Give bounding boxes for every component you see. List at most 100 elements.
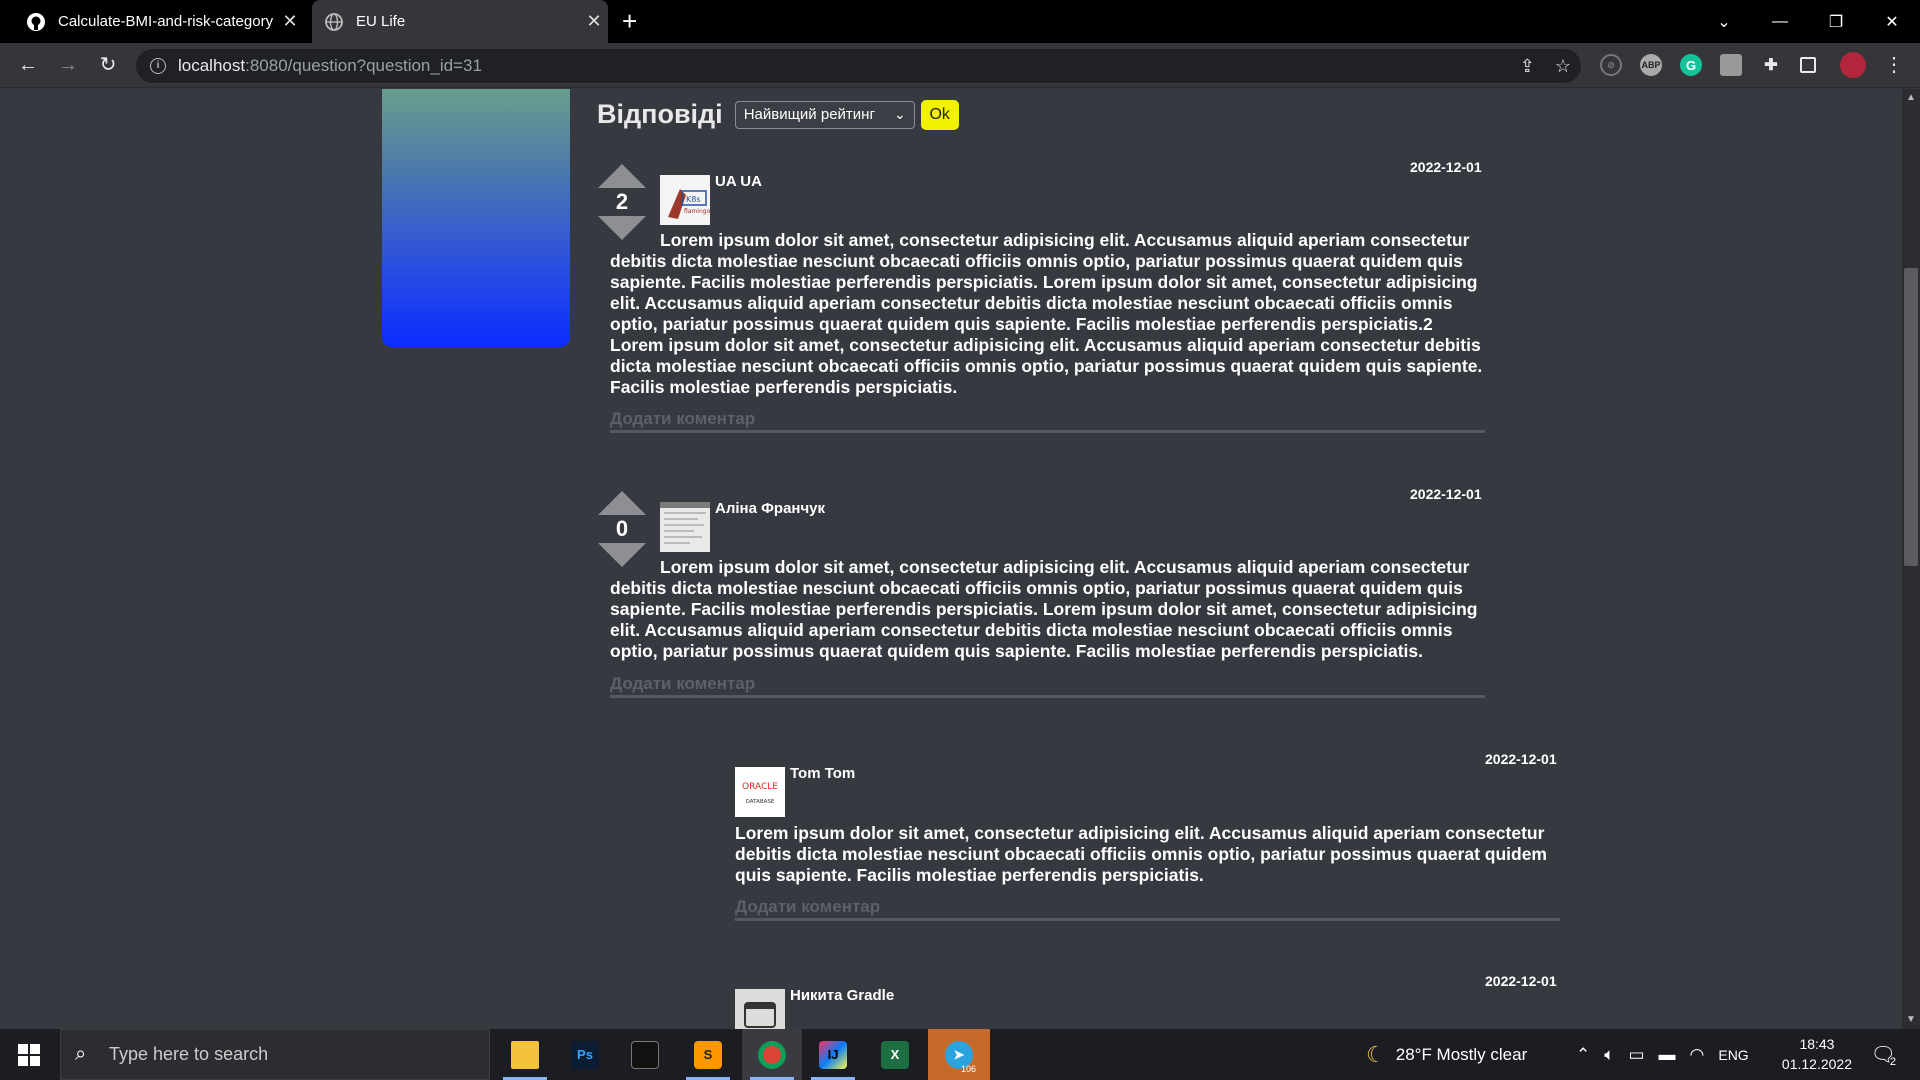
globe-icon	[324, 12, 344, 32]
window-controls: ⌄ — ❐ ✕	[1696, 0, 1920, 43]
chrome-icon[interactable]	[742, 1029, 802, 1080]
clock-date: 01.12.2022	[1781, 1056, 1852, 1072]
terminal-icon[interactable]	[615, 1029, 675, 1080]
close-tab-icon[interactable]: ✕	[276, 11, 304, 32]
answer-author: UA UA	[715, 173, 762, 190]
comment-author: Tom Tom	[790, 765, 856, 782]
tab-search-icon[interactable]: ⌄	[1696, 12, 1752, 32]
notification-count: 2	[1889, 1056, 1896, 1068]
clock-time: 18:43	[1799, 1036, 1835, 1052]
photoshop-icon[interactable]: Ps	[555, 1029, 615, 1080]
notification-center-icon[interactable]: 🗨︎2	[1870, 1042, 1902, 1068]
moon-cloud-icon: ☾	[1366, 1041, 1386, 1067]
side-panel-icon[interactable]	[1800, 57, 1816, 73]
add-comment-input[interactable]: Додати коментар	[610, 672, 1485, 698]
answer-text: Lorem ipsum dolor sit amet, consectetur …	[610, 230, 1483, 397]
share-icon[interactable]: ⇪	[1520, 56, 1535, 77]
windows-taskbar: ⌕ Type here to search Ps S IJ X ➤ 106 ☾ …	[0, 1029, 1920, 1080]
bookmark-star-icon[interactable]: ☆	[1555, 56, 1571, 77]
site-info-icon[interactable]: i	[150, 58, 166, 74]
weather-text: 28°F Mostly clear	[1395, 1044, 1528, 1064]
upvote-arrow-icon[interactable]	[598, 164, 646, 188]
wifi-icon[interactable]: ◠	[1690, 1045, 1705, 1065]
sidebar-gradient-card	[382, 89, 570, 347]
add-comment-input[interactable]: Додати коментар	[735, 895, 1560, 921]
restore-button[interactable]: ❐	[1808, 12, 1864, 32]
telegram-icon[interactable]: ➤ 106	[928, 1029, 990, 1080]
avatar	[660, 502, 710, 552]
search-icon: ⌕	[75, 1043, 87, 1065]
display-icon[interactable]: ▭	[1628, 1045, 1644, 1065]
extension-icon[interactable]	[1720, 54, 1742, 76]
vote-widget: 0	[597, 491, 647, 567]
sort-selected-value: Найвищий рейтинг	[743, 106, 875, 123]
comment-date: 2022-12-01	[1485, 751, 1557, 767]
url-path: :8080/question?question_id=31	[245, 56, 482, 75]
answers-title: Відповіді	[597, 99, 723, 129]
vote-count: 2	[615, 189, 629, 214]
windows-start-icon[interactable]	[18, 1044, 40, 1066]
chevron-up-icon[interactable]: ⌃	[1576, 1045, 1590, 1065]
comment-author: Никита Gradle	[790, 987, 895, 1004]
volume-icon[interactable]: 🔈︎	[1604, 1045, 1614, 1065]
close-window-button[interactable]: ✕	[1864, 12, 1920, 32]
browser-toolbar: ← → ↻ i localhost:8080/question?question…	[0, 43, 1920, 88]
add-comment-input[interactable]: Додати коментар	[610, 407, 1485, 433]
svg-text:K8s: K8s	[686, 195, 701, 204]
address-bar[interactable]: i localhost:8080/question?question_id=31…	[136, 49, 1581, 83]
tab-github[interactable]: Calculate-BMI-and-risk-category ✕	[14, 0, 304, 43]
upvote-arrow-icon[interactable]	[598, 491, 646, 515]
extension-disabled-icon[interactable]: ⊘	[1600, 54, 1622, 76]
new-tab-button[interactable]: +	[622, 6, 637, 37]
scroll-down-arrow-icon[interactable]: ▼	[1904, 1014, 1918, 1025]
sort-select[interactable]: Найвищий рейтинг ⌄	[734, 100, 915, 129]
answer-author: Аліна Франчук	[715, 500, 826, 517]
svg-text:flamingo: flamingo	[684, 208, 710, 215]
answer-date: 2022-12-01	[1410, 486, 1482, 502]
avatar: K8s flamingo	[660, 175, 710, 225]
scroll-up-arrow-icon[interactable]: ▲	[1904, 92, 1918, 103]
extensions-puzzle-icon[interactable]: ✚	[1760, 54, 1782, 76]
avatar	[735, 989, 785, 1029]
clock[interactable]: 18:43 01.12.2022	[1782, 1034, 1852, 1074]
vote-count: 0	[615, 516, 629, 541]
chevron-down-icon: ⌄	[893, 105, 906, 122]
close-tab-icon[interactable]: ✕	[580, 11, 608, 32]
reload-button[interactable]: ↻	[96, 53, 120, 77]
profile-avatar[interactable]	[1840, 52, 1866, 78]
page-content: Відповіді Найвищий рейтинг ⌄ Ok 2 K8s fla…	[0, 89, 1902, 1029]
taskbar-search-box[interactable]: ⌕ Type here to search	[60, 1029, 490, 1080]
answers-header: Відповіді Найвищий рейтинг ⌄ Ok	[597, 99, 959, 130]
telegram-badge: 106	[960, 1064, 976, 1074]
comment-text: Lorem ipsum dolor sit amet, consectetur …	[735, 823, 1547, 885]
intellij-icon[interactable]: IJ	[803, 1029, 863, 1080]
answer-date: 2022-12-01	[1410, 159, 1482, 175]
weather-widget[interactable]: ☾ 28°F Mostly clear	[1366, 1029, 1527, 1080]
tab-title: EU Life	[356, 13, 406, 30]
language-indicator[interactable]: ENG	[1718, 1047, 1748, 1063]
url-host: localhost	[178, 56, 246, 75]
avatar: ORACLE DATABASE	[735, 767, 785, 817]
tab-title: Calculate-BMI-and-risk-category	[58, 13, 274, 30]
adblock-icon[interactable]: ABP	[1640, 54, 1662, 76]
browser-tab-bar: Calculate-BMI-and-risk-category ✕ EU Lif…	[0, 0, 1920, 43]
sublime-text-icon[interactable]: S	[678, 1029, 738, 1080]
grammarly-icon[interactable]: G	[1680, 54, 1702, 76]
excel-icon[interactable]: X	[865, 1029, 925, 1080]
back-button[interactable]: ←	[16, 53, 40, 77]
avatar-text: ORACLE	[742, 782, 778, 792]
file-explorer-icon[interactable]	[495, 1029, 555, 1080]
answer-text: Lorem ipsum dolor sit amet, consectetur …	[610, 557, 1478, 661]
minimize-button[interactable]: —	[1752, 13, 1808, 31]
forward-button[interactable]: →	[56, 53, 80, 77]
battery-icon[interactable]: ▬	[1659, 1045, 1676, 1065]
avatar-text: DATABASE	[746, 799, 775, 805]
menu-kebab-icon[interactable]: ⋮	[1882, 53, 1906, 77]
search-placeholder: Type here to search	[109, 1044, 269, 1064]
github-icon	[26, 12, 46, 32]
system-tray: ⌃ 🔈︎ ▭ ▬ ◠ ENG	[1576, 1029, 1749, 1080]
ok-button[interactable]: Ok	[920, 99, 959, 130]
vote-widget: 2	[597, 164, 647, 240]
tab-eu-life[interactable]: EU Life ✕	[312, 0, 608, 43]
scrollbar-thumb[interactable]	[1904, 268, 1918, 566]
